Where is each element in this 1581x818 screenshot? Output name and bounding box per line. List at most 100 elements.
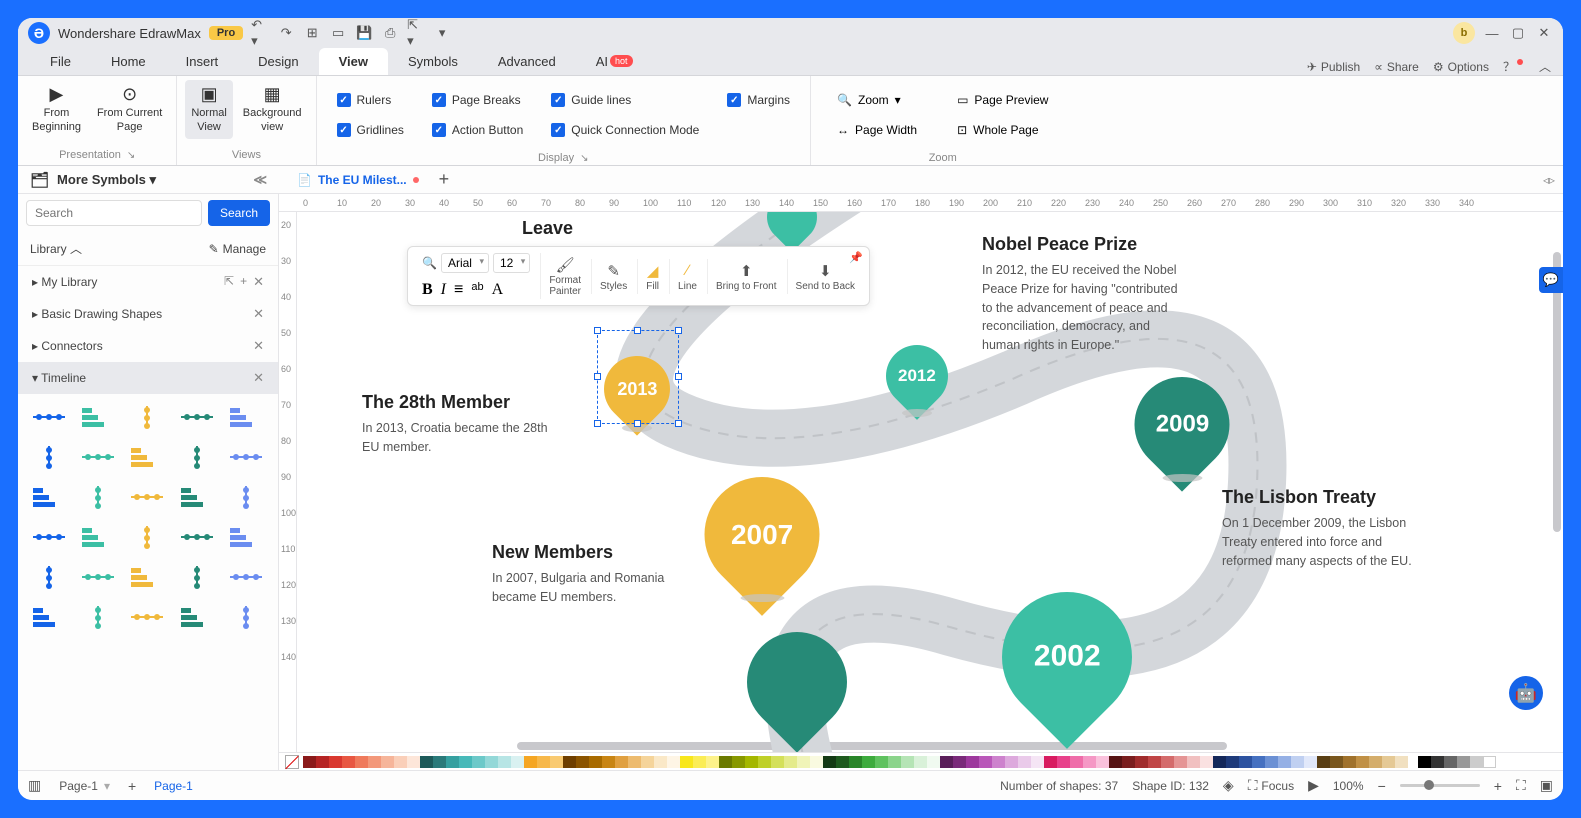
focus-mode-button[interactable]: ⛶ Focus	[1248, 777, 1294, 794]
selection-box[interactable]	[597, 330, 679, 424]
from-beginning-button[interactable]: ▶From Beginning	[26, 80, 87, 139]
color-swatch[interactable]	[1070, 756, 1083, 768]
color-swatch[interactable]	[1457, 756, 1470, 768]
timeline-shape-thumb[interactable]	[227, 522, 265, 552]
right-panel-toggle[interactable]: ◃▹	[1543, 173, 1555, 187]
color-swatch[interactable]	[953, 756, 966, 768]
color-swatch[interactable]	[1291, 756, 1304, 768]
color-swatch[interactable]	[1265, 756, 1278, 768]
timeline-shape-thumb[interactable]	[178, 522, 216, 552]
assistant-button[interactable]: 🤖	[1509, 676, 1543, 710]
color-swatch[interactable]	[1187, 756, 1200, 768]
menu-ai[interactable]: AIhot	[576, 48, 653, 75]
color-swatch[interactable]	[1096, 756, 1109, 768]
more-symbols-dropdown[interactable]: More Symbols ▾	[57, 172, 156, 188]
menu-design[interactable]: Design	[238, 48, 318, 75]
color-swatch[interactable]	[1148, 756, 1161, 768]
close-button[interactable]: ✕	[1535, 24, 1553, 42]
color-swatch[interactable]	[1213, 756, 1226, 768]
color-swatch[interactable]	[719, 756, 732, 768]
margins-checkbox[interactable]: ✓Margins	[723, 86, 794, 114]
color-swatch[interactable]	[446, 756, 459, 768]
pages-panel-button[interactable]: ▥	[28, 777, 41, 794]
timeline-shape-thumb[interactable]	[128, 442, 166, 472]
align-button[interactable]: ≡	[454, 281, 463, 299]
color-swatch[interactable]	[1395, 756, 1408, 768]
color-swatch[interactable]	[641, 756, 654, 768]
maximize-button[interactable]: ▢	[1509, 24, 1527, 42]
undo-button[interactable]: ↶ ▾	[251, 24, 269, 42]
timeline-shape-thumb[interactable]	[178, 562, 216, 592]
timeline-shape-thumb[interactable]	[178, 442, 216, 472]
color-swatch[interactable]	[1470, 756, 1483, 768]
timeline-shape-thumb[interactable]	[227, 602, 265, 632]
color-swatch[interactable]	[1330, 756, 1343, 768]
color-swatch[interactable]	[1122, 756, 1135, 768]
guide-lines-checkbox[interactable]: ✓Guide lines	[547, 86, 703, 114]
color-swatch[interactable]	[1252, 756, 1265, 768]
menu-view[interactable]: View	[319, 48, 388, 75]
share-button[interactable]: ∝ Share	[1374, 60, 1419, 74]
textcase-button[interactable]: ab	[471, 281, 483, 299]
bold-button[interactable]: B	[422, 281, 433, 299]
color-swatch[interactable]	[563, 756, 576, 768]
timeline-shape-thumb[interactable]	[30, 522, 68, 552]
color-swatch[interactable]	[368, 756, 381, 768]
save-button[interactable]: 💾	[355, 24, 373, 42]
color-swatch[interactable]	[1161, 756, 1174, 768]
color-swatch[interactable]	[1317, 756, 1330, 768]
color-swatch[interactable]	[1109, 756, 1122, 768]
color-swatch[interactable]	[459, 756, 472, 768]
timeline-shape-thumb[interactable]	[79, 562, 117, 592]
timeline-shape-thumb[interactable]	[79, 522, 117, 552]
italic-button[interactable]: I	[441, 281, 446, 299]
timeline-shape-thumb[interactable]	[227, 482, 265, 512]
bring-to-front-button[interactable]: ⬆Bring to Front	[707, 259, 785, 294]
color-swatch[interactable]	[1483, 756, 1496, 768]
action-button-checkbox[interactable]: ✓Action Button	[428, 116, 527, 144]
color-swatch[interactable]	[394, 756, 407, 768]
color-swatch[interactable]	[602, 756, 615, 768]
color-swatch[interactable]	[706, 756, 719, 768]
color-swatch[interactable]	[784, 756, 797, 768]
redo-button[interactable]: ↷	[277, 24, 295, 42]
library-label[interactable]: Library ︿	[30, 240, 82, 257]
color-swatch[interactable]	[680, 756, 693, 768]
timeline-shape-thumb[interactable]	[79, 602, 117, 632]
timeline-shape-thumb[interactable]	[128, 562, 166, 592]
page-tab-1[interactable]: Page-1	[146, 777, 201, 795]
timeline-shape-thumb[interactable]	[79, 482, 117, 512]
background-view-button[interactable]: ▦Background view	[237, 80, 308, 139]
timeline-shape-thumb[interactable]	[128, 402, 166, 432]
color-swatch[interactable]	[472, 756, 485, 768]
normal-view-button[interactable]: ▣Normal View	[185, 80, 232, 139]
collapse-sidebar-button[interactable]: ≪	[253, 172, 267, 188]
menu-symbols[interactable]: Symbols	[388, 48, 478, 75]
category-basic-shapes[interactable]: ▸ Basic Drawing Shapes✕	[18, 298, 278, 330]
category-connectors[interactable]: ▸ Connectors✕	[18, 330, 278, 362]
menu-file[interactable]: File	[30, 48, 91, 75]
pin-top-teal[interactable]	[767, 212, 817, 242]
color-swatch[interactable]	[758, 756, 771, 768]
menu-advanced[interactable]: Advanced	[478, 48, 576, 75]
timeline-shape-thumb[interactable]	[227, 402, 265, 432]
options-button[interactable]: ⚙ Options	[1433, 60, 1489, 74]
timeline-shape-thumb[interactable]	[30, 562, 68, 592]
color-swatch[interactable]	[420, 756, 433, 768]
page-width-button[interactable]: ↔ Page Width	[827, 116, 927, 144]
page-breaks-checkbox[interactable]: ✓Page Breaks	[428, 86, 527, 114]
publish-button[interactable]: ✈ Publish	[1307, 60, 1360, 74]
font-family-select[interactable]: Arial	[441, 253, 489, 273]
timeline-shape-thumb[interactable]	[128, 482, 166, 512]
font-size-select[interactable]: 12	[493, 253, 530, 273]
new-button[interactable]: ⊞	[303, 24, 321, 42]
color-swatch[interactable]	[1444, 756, 1457, 768]
color-swatch[interactable]	[1174, 756, 1187, 768]
color-swatch[interactable]	[888, 756, 901, 768]
fill-button[interactable]: ◢Fill	[637, 259, 667, 294]
color-swatch[interactable]	[1200, 756, 1213, 768]
zoom-in-button[interactable]: +	[1494, 778, 1502, 794]
menu-insert[interactable]: Insert	[166, 48, 239, 75]
color-swatch[interactable]	[654, 756, 667, 768]
open-button[interactable]: ▭	[329, 24, 347, 42]
